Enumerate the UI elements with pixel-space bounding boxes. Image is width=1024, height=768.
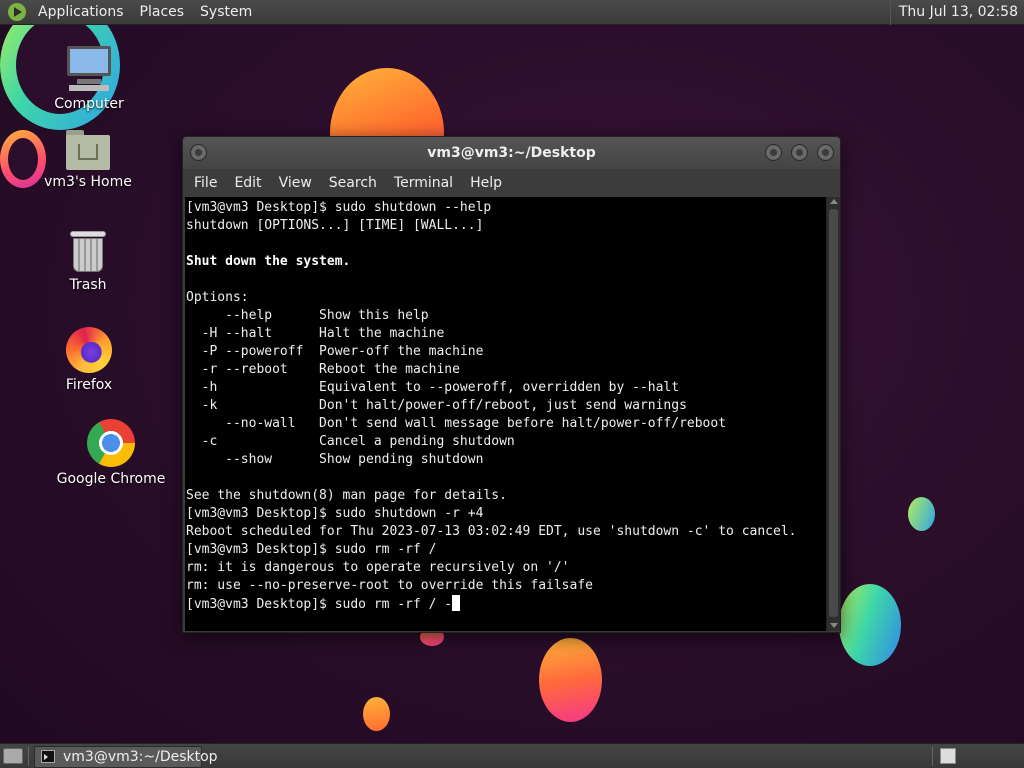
bottom-panel: vm3@vm3:~/Desktop [0,743,1024,768]
panel-clock[interactable]: Thu Jul 13, 02:58 [889,0,1024,25]
terminal-line: Options: [186,290,249,305]
terminal-output[interactable]: [vm3@vm3 Desktop]$ sudo shutdown --help s… [185,197,826,631]
menu-applications[interactable]: Applications [30,4,132,20]
desktop-icon-trash[interactable]: Trash [33,231,143,293]
menu-edit[interactable]: Edit [225,175,269,191]
terminal-line: [vm3@vm3 Desktop]$ sudo shutdown -r +4 [186,506,484,521]
terminal-line: --no-wall Don't send wall message before… [186,416,727,431]
terminal-line: [vm3@vm3 Desktop]$ sudo rm -rf / [186,542,437,557]
terminal-line: rm: use --no-preserve-root to override t… [186,578,593,593]
scrollbar-thumb[interactable] [829,209,838,617]
terminal-cursor [452,595,461,611]
terminal-line: rm: it is dangerous to operate recursive… [186,560,570,575]
terminal-line: -P --poweroff Power-off the machine [186,344,484,359]
scroll-down-icon[interactable] [830,623,838,628]
terminal-scrollbar[interactable] [826,197,840,631]
desktop-icon-label: vm3's Home [44,174,132,190]
scroll-up-icon[interactable] [830,199,838,204]
window-title: vm3@vm3:~/Desktop [427,145,596,161]
terminal-line: Shut down the system. [186,254,351,269]
menu-search[interactable]: Search [320,175,385,191]
home-folder-icon [66,130,110,170]
wallpaper-blob [363,697,390,731]
terminal-line: Reboot scheduled for Thu 2023-07-13 03:0… [186,524,797,539]
taskbar-item-label: vm3@vm3:~/Desktop [63,749,218,765]
minimize-button[interactable] [765,144,782,161]
close-button[interactable] [817,144,834,161]
window-menu-icon[interactable] [190,144,207,161]
terminal-menubar: File Edit View Search Terminal Help [183,169,840,197]
maximize-button[interactable] [791,144,808,161]
menu-file[interactable]: File [185,175,225,191]
chrome-icon [87,419,135,467]
menu-system[interactable]: System [192,4,260,20]
desktop-icon-home[interactable]: vm3's Home [33,130,143,190]
desktop-icon-label: Computer [54,96,124,112]
terminal-icon [41,750,55,763]
terminal-line: -k Don't halt/power-off/reboot, just sen… [186,398,687,413]
desktop-icon-computer[interactable]: Computer [34,46,144,112]
terminal-input-line[interactable]: [vm3@vm3 Desktop]$ sudo rm -rf / - [186,595,826,614]
workspace-switcher[interactable] [940,748,956,764]
terminal-line: -h Equivalent to --poweroff, overridden … [186,380,680,395]
menu-help[interactable]: Help [461,175,510,191]
desktop-icon-label: Trash [69,277,107,293]
wallpaper-blob [908,497,935,531]
desktop-icon-chrome[interactable]: Google Chrome [56,419,166,487]
menu-view[interactable]: View [270,175,320,191]
show-desktop-icon[interactable] [3,748,23,764]
window-titlebar[interactable]: vm3@vm3:~/Desktop [183,137,840,169]
firefox-icon [66,327,112,373]
terminal-line: --help Show this help [186,308,429,323]
computer-icon [65,46,113,92]
taskbar-item-terminal[interactable]: vm3@vm3:~/Desktop [34,746,218,768]
terminal-line: See the shutdown(8) man page for details… [186,488,507,503]
desktop-icon-label: Firefox [65,377,113,393]
terminal-line: [vm3@vm3 Desktop]$ sudo shutdown --help [186,200,492,215]
wallpaper-blob [839,584,901,666]
trash-icon [70,231,106,273]
menu-terminal[interactable]: Terminal [385,175,461,191]
terminal-line: -c Cancel a pending shutdown [186,434,515,449]
terminal-current-input: [vm3@vm3 Desktop]$ sudo rm -rf / - [186,597,453,612]
terminal-window[interactable]: vm3@vm3:~/Desktop File Edit View Search … [182,136,841,633]
terminal-line: --show Show pending shutdown [186,452,484,467]
panel-divider [932,747,933,766]
terminal-line: -H --halt Halt the machine [186,326,445,341]
terminal-line: -r --reboot Reboot the machine [186,362,460,377]
menu-places[interactable]: Places [132,4,193,20]
desktop-icon-firefox[interactable]: Firefox [34,327,144,393]
applications-logo-icon[interactable] [8,3,26,21]
desktop-icon-label: Google Chrome [56,471,166,487]
wallpaper-blob [539,638,602,722]
panel-divider [28,747,29,766]
terminal-line: shutdown [OPTIONS...] [TIME] [WALL...] [186,218,484,233]
top-panel: Applications Places System Thu Jul 13, 0… [0,0,1024,25]
